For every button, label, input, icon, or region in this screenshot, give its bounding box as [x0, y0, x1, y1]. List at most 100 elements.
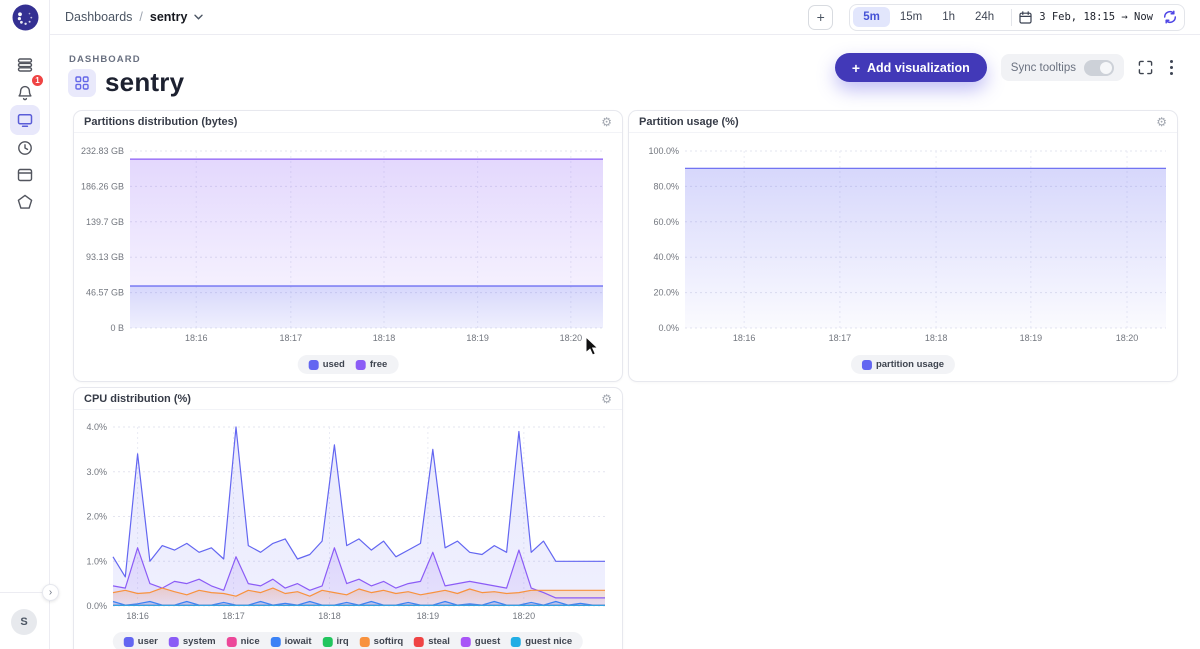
svg-text:18:19: 18:19 — [1020, 333, 1043, 343]
legend-item[interactable]: partition usage — [862, 359, 944, 370]
user-avatar[interactable]: S — [11, 609, 37, 635]
legend-swatch — [124, 637, 134, 647]
legend-label: free — [370, 359, 387, 370]
legend-item[interactable]: system — [169, 636, 216, 647]
sidebar-item-reports[interactable] — [10, 160, 40, 190]
add-visualization-button[interactable]: + Add visualization — [835, 53, 987, 82]
toggle-knob — [1100, 62, 1112, 74]
breadcrumb: Dashboards / sentry — [65, 10, 203, 24]
svg-text:3.0%: 3.0% — [86, 467, 107, 477]
svg-text:0.0%: 0.0% — [658, 323, 679, 333]
svg-text:18:20: 18:20 — [560, 333, 583, 343]
breadcrumb-current[interactable]: sentry — [150, 10, 188, 24]
legend-item[interactable]: free — [356, 359, 387, 370]
sync-tooltips-control: Sync tooltips — [1001, 54, 1124, 81]
svg-text:18:20: 18:20 — [1116, 333, 1139, 343]
panel-title: Partition usage (%) — [639, 116, 739, 128]
legend-swatch — [511, 637, 521, 647]
legend-swatch — [271, 637, 281, 647]
sidebar-item-dashboards[interactable] — [10, 105, 40, 135]
svg-text:18:17: 18:17 — [280, 333, 303, 343]
legend-item[interactable]: guest nice — [511, 636, 572, 647]
svg-text:18:16: 18:16 — [185, 333, 208, 343]
range-separator — [1011, 9, 1012, 26]
svg-text:46.57 GB: 46.57 GB — [86, 288, 124, 298]
gear-icon[interactable]: ⚙ — [1156, 116, 1167, 128]
chart-canvas: 232.83 GB186.26 GB139.7 GB93.13 GB46.57 … — [75, 133, 623, 382]
svg-text:232.83 GB: 232.83 GB — [81, 146, 124, 156]
svg-text:18:17: 18:17 — [222, 611, 245, 621]
legend-label: irq — [337, 636, 349, 647]
kebab-dot — [1170, 66, 1173, 69]
date-range-text: 3 Feb, 18:15 → Now — [1039, 11, 1153, 23]
svg-text:0 B: 0 B — [110, 323, 124, 333]
app-logo[interactable] — [12, 4, 39, 36]
pentagon-icon — [16, 193, 34, 211]
legend-swatch — [227, 637, 237, 647]
refresh-icon[interactable] — [1163, 10, 1177, 24]
panel-partition-usage: Partition usage (%) ⚙ 100.0%80.0%60.0%40… — [628, 110, 1178, 382]
top-bar: Dashboards / sentry + 5m 15m 1h 24h 3 Fe… — [50, 0, 1200, 35]
legend-item[interactable]: user — [124, 636, 158, 647]
svg-text:18:17: 18:17 — [829, 333, 852, 343]
svg-text:0.0%: 0.0% — [86, 601, 107, 611]
legend-label: nice — [241, 636, 260, 647]
legend-item[interactable]: steal — [414, 636, 450, 647]
legend-item[interactable]: used — [309, 359, 345, 370]
add-panel-button[interactable]: + — [808, 5, 833, 30]
page-title-row: sentry — [68, 67, 184, 98]
chart-area[interactable]: 100.0%80.0%60.0%40.0%20.0%0.0%18:1618:17… — [630, 133, 1178, 382]
legend-item[interactable]: guest — [461, 636, 500, 647]
legend-swatch — [414, 637, 424, 647]
legend-item[interactable]: irq — [323, 636, 349, 647]
sidebar-item-integrations[interactable] — [10, 187, 40, 217]
panel-cpu-distribution: CPU distribution (%) ⚙ 4.0%3.0%2.0%1.0%0… — [73, 387, 623, 649]
sidebar-expand-button[interactable]: › — [42, 584, 59, 601]
panel-header: Partition usage (%) ⚙ — [629, 111, 1177, 133]
svg-text:60.0%: 60.0% — [653, 217, 679, 227]
kebab-dot — [1170, 60, 1173, 63]
gear-icon[interactable]: ⚙ — [601, 116, 612, 128]
svg-text:18:16: 18:16 — [733, 333, 756, 343]
date-range-picker[interactable]: 3 Feb, 18:15 → Now — [1019, 11, 1159, 24]
legend-item[interactable]: nice — [227, 636, 260, 647]
chevron-down-icon[interactable] — [194, 14, 203, 20]
legend-item[interactable]: iowait — [271, 636, 312, 647]
sidebar-item-alerts[interactable]: 1 — [10, 78, 40, 108]
gear-icon[interactable]: ⚙ — [601, 393, 612, 405]
header-actions: + Add visualization Sync tooltips — [835, 53, 1176, 82]
svg-text:18:19: 18:19 — [417, 611, 440, 621]
legend-item[interactable]: softirq — [360, 636, 404, 647]
plus-icon: + — [852, 60, 860, 76]
legend-label: system — [183, 636, 216, 647]
svg-text:18:18: 18:18 — [925, 333, 948, 343]
breadcrumb-root[interactable]: Dashboards — [65, 10, 132, 24]
legend-label: used — [323, 359, 345, 370]
legend-label: guest nice — [525, 636, 572, 647]
svg-text:18:16: 18:16 — [126, 611, 149, 621]
panel-header: CPU distribution (%) ⚙ — [74, 388, 622, 410]
legend-swatch — [309, 360, 319, 370]
svg-text:4.0%: 4.0% — [86, 422, 107, 432]
sync-tooltips-toggle[interactable] — [1084, 60, 1114, 76]
fullscreen-button[interactable] — [1138, 60, 1153, 75]
page-eyebrow: DASHBOARD — [69, 54, 141, 65]
sidebar-item-history[interactable] — [10, 133, 40, 163]
range-5m[interactable]: 5m — [853, 7, 890, 27]
more-options-button[interactable] — [1167, 57, 1176, 78]
kebab-dot — [1170, 72, 1173, 75]
legend-swatch — [360, 637, 370, 647]
add-visualization-label: Add visualization — [867, 61, 970, 75]
breadcrumb-separator: / — [139, 10, 142, 24]
alert-count-badge: 1 — [31, 74, 44, 87]
legend-swatch — [461, 637, 471, 647]
legend-label: softirq — [374, 636, 404, 647]
range-1h[interactable]: 1h — [932, 7, 965, 27]
legend-label: guest — [475, 636, 500, 647]
chart-area[interactable]: 232.83 GB186.26 GB139.7 GB93.13 GB46.57 … — [75, 133, 623, 382]
svg-text:2.0%: 2.0% — [86, 512, 107, 522]
range-24h[interactable]: 24h — [965, 7, 1004, 27]
svg-text:18:19: 18:19 — [466, 333, 489, 343]
range-15m[interactable]: 15m — [890, 7, 932, 27]
chart-area[interactable]: 4.0%3.0%2.0%1.0%0.0%18:1618:1718:1818:19… — [75, 410, 623, 649]
